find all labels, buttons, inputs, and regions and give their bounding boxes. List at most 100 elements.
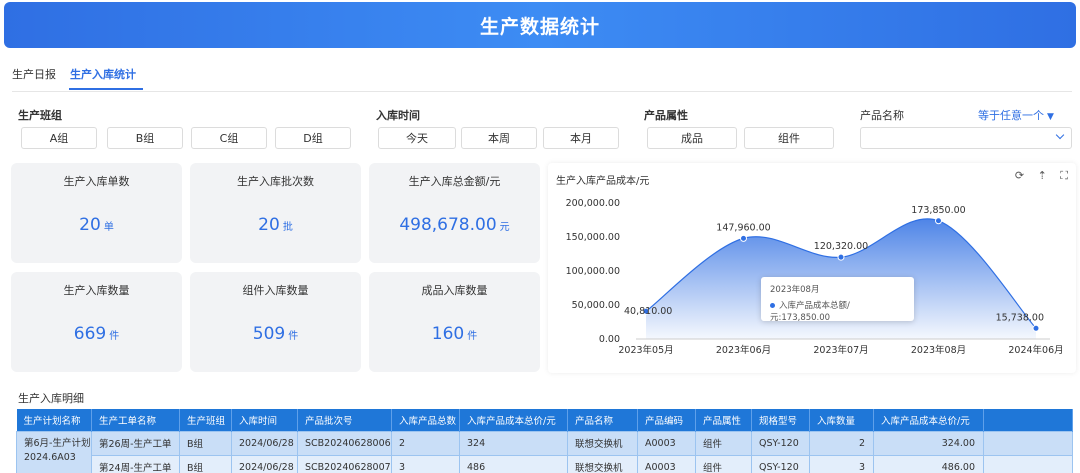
team-d-button[interactable]: D组 bbox=[275, 127, 351, 149]
column-header[interactable]: 入库数量 bbox=[809, 409, 874, 431]
team-c-button[interactable]: C组 bbox=[191, 127, 267, 149]
table-cell: 3 bbox=[391, 454, 460, 473]
table-header-row: 生产计划名称 生产工单名称 生产班组 入库时间 产品批次号 入库产品总数 入库产… bbox=[16, 409, 1073, 431]
column-header[interactable]: 入库产品成本总价/元 bbox=[459, 409, 568, 431]
finished-product-button[interactable]: 成品 bbox=[647, 127, 737, 149]
tooltip-value: 173,850.00 bbox=[781, 313, 831, 323]
table-cell-empty bbox=[983, 454, 1073, 473]
stat-value: 20 bbox=[79, 215, 101, 235]
stat-card-batch-count: 生产入库批次数 20 批 bbox=[190, 163, 361, 263]
stat-value-wrap: 669 件 bbox=[11, 324, 182, 344]
stat-value: 20 bbox=[258, 215, 280, 235]
column-header[interactable]: 规格型号 bbox=[751, 409, 810, 431]
this-week-button[interactable]: 本周 bbox=[461, 127, 537, 149]
stat-value-wrap: 509 件 bbox=[190, 324, 361, 344]
stat-unit: 件 bbox=[467, 331, 478, 342]
table-cell: 组件 bbox=[695, 430, 752, 456]
stat-value-wrap: 160 件 bbox=[369, 324, 540, 344]
stat-value-wrap: 498,678.00 元 bbox=[369, 215, 540, 235]
stat-unit: 单 bbox=[103, 222, 114, 233]
page-title: 生产数据统计 bbox=[479, 15, 600, 38]
product-name-select[interactable] bbox=[860, 127, 1072, 149]
refresh-icon[interactable]: ⟳ bbox=[1015, 169, 1024, 182]
stat-card-total-amount: 生产入库总金额/元 498,678.00 元 bbox=[369, 163, 540, 263]
sort-icon[interactable]: ⇡ bbox=[1038, 169, 1047, 182]
tab-daily-report[interactable]: 生产日报 bbox=[12, 66, 56, 82]
y-tick-label: 0.00 bbox=[599, 334, 620, 345]
team-b-button[interactable]: B组 bbox=[107, 127, 183, 149]
page-header: 生产数据统计 bbox=[4, 2, 1076, 48]
tooltip-title: 2023年08月 bbox=[770, 285, 820, 295]
data-label: 120,320.00 bbox=[814, 241, 868, 252]
table-cell: 2024/06/28 bbox=[231, 454, 298, 473]
stat-title: 生产入库单数 bbox=[63, 175, 130, 188]
column-header[interactable]: 产品批次号 bbox=[297, 409, 392, 431]
column-header[interactable]: 产品名称 bbox=[567, 409, 638, 431]
column-header-empty bbox=[983, 409, 1073, 431]
table-cell: 486.00 bbox=[873, 454, 984, 473]
data-label: 147,960.00 bbox=[716, 222, 770, 233]
table-cell: SCB20240628007 bbox=[297, 454, 392, 473]
table-cell: A0003 bbox=[637, 454, 696, 473]
stat-value: 509 bbox=[252, 324, 286, 344]
stat-unit: 件 bbox=[109, 331, 120, 342]
y-tick-label: 100,000.00 bbox=[566, 266, 620, 277]
table-cell: A0003 bbox=[637, 430, 696, 456]
table-cell: 联想交换机 bbox=[567, 454, 638, 473]
column-header[interactable]: 入库时间 bbox=[231, 409, 298, 431]
chevron-down-icon bbox=[1055, 130, 1065, 140]
table-cell: 联想交换机 bbox=[567, 430, 638, 456]
time-filter-label: 入库时间 bbox=[376, 109, 420, 122]
column-header[interactable]: 产品属性 bbox=[695, 409, 752, 431]
data-point bbox=[837, 253, 845, 261]
team-a-button[interactable]: A组 bbox=[21, 127, 97, 149]
cost-chart-card: 0.00 50,000.00 100,000.00 150,000.00 200,000… bbox=[548, 163, 1076, 373]
table-cell: 2 bbox=[391, 430, 460, 456]
table-row[interactable]: 第24周-生产工单 B组 2024/06/28 SCB20240628007 3… bbox=[17, 454, 1073, 473]
data-point bbox=[740, 234, 747, 242]
column-header[interactable]: 产品编码 bbox=[637, 409, 696, 431]
stat-card-finished-quantity: 成品入库数量 160 件 bbox=[369, 272, 540, 372]
y-tick-label: 50,000.00 bbox=[572, 300, 620, 311]
column-header[interactable]: 生产工单名称 bbox=[91, 409, 180, 431]
component-button[interactable]: 组件 bbox=[744, 127, 834, 149]
stat-title: 生产入库批次数 bbox=[237, 175, 314, 188]
match-mode-dropdown[interactable]: 等于任意一个 ▼ bbox=[978, 107, 1054, 123]
tooltip-line: 入库产品成本总额/元:173,850.00 bbox=[770, 301, 850, 323]
table-cell: QSY-120 bbox=[751, 454, 810, 473]
table-row[interactable]: 第6月-生产计划2024.6A03 第26周-生产工单 B组 2024/06/2… bbox=[16, 430, 1073, 473]
data-label: 40,810.00 bbox=[624, 306, 672, 317]
this-month-button[interactable]: 本月 bbox=[543, 127, 619, 149]
column-header[interactable]: 入库产品总数 bbox=[391, 409, 460, 431]
stat-value-wrap: 20 批 bbox=[190, 215, 361, 235]
stat-unit: 件 bbox=[288, 331, 299, 342]
match-mode-label: 等于任意一个 bbox=[978, 109, 1044, 122]
detail-table: 生产计划名称 生产工单名称 生产班组 入库时间 产品批次号 入库产品总数 入库产… bbox=[16, 409, 1073, 473]
table-cell: 324 bbox=[459, 430, 568, 456]
tab-warehousing-stats[interactable]: 生产入库统计 bbox=[70, 66, 136, 82]
tab-bar: 生产日报 生产入库统计 bbox=[12, 62, 1072, 92]
data-point bbox=[1032, 324, 1040, 332]
fullscreen-icon[interactable]: ⛶ bbox=[1060, 169, 1068, 182]
stat-value: 498,678.00 bbox=[399, 215, 497, 235]
table-cell: 324.00 bbox=[873, 430, 984, 456]
stat-card-component-quantity: 组件入库数量 509 件 bbox=[190, 272, 361, 372]
x-tick-label: 2023年06月 bbox=[716, 344, 771, 356]
cost-area-chart: 0.00 50,000.00 100,000.00 150,000.00 200,000… bbox=[566, 198, 1064, 356]
stat-value-wrap: 20 单 bbox=[11, 215, 182, 235]
column-header[interactable]: 生产计划名称 bbox=[16, 409, 92, 431]
today-button[interactable]: 今天 bbox=[378, 127, 456, 149]
detail-section-title: 生产入库明细 bbox=[18, 392, 84, 405]
x-tick-label: 2023年08月 bbox=[911, 344, 966, 356]
stat-title: 生产入库数量 bbox=[63, 284, 130, 297]
caret-down-icon: ▼ bbox=[1047, 112, 1054, 122]
table-cell: B组 bbox=[179, 454, 232, 473]
stat-title: 成品入库数量 bbox=[421, 284, 488, 297]
chart-tooltip: 2023年08月 入库产品成本总额/元:173,850.00 bbox=[761, 277, 914, 323]
data-label: 173,850.00 bbox=[911, 205, 965, 216]
column-header[interactable]: 生产班组 bbox=[179, 409, 232, 431]
table-cell: 486 bbox=[459, 454, 568, 473]
column-header[interactable]: 入库产品成本总价/元 bbox=[873, 409, 984, 431]
table-cell: SCB20240628006 bbox=[297, 430, 392, 456]
y-tick-label: 200,000.00 bbox=[566, 198, 620, 209]
